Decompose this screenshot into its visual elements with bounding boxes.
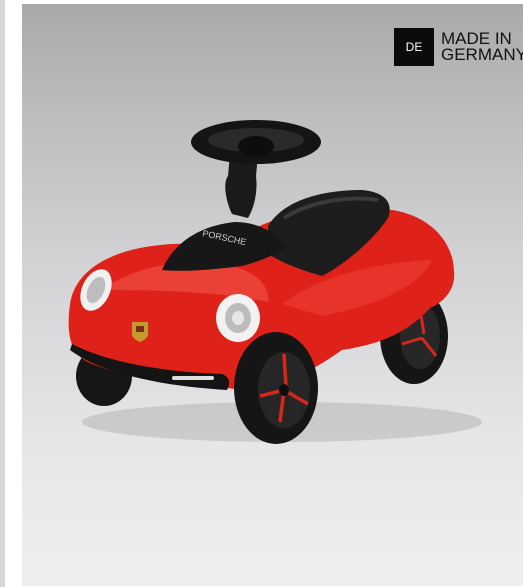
left-divider-strip bbox=[0, 0, 5, 587]
ride-on-car-image: PORSCHE bbox=[68, 120, 482, 444]
product-image-card: DE MADE IN GERMANY PORSCHE bbox=[22, 4, 523, 586]
side-marker bbox=[172, 376, 214, 380]
steering-wheel bbox=[191, 120, 321, 164]
right-headlight bbox=[216, 294, 260, 342]
front-right-wheel bbox=[234, 332, 318, 444]
